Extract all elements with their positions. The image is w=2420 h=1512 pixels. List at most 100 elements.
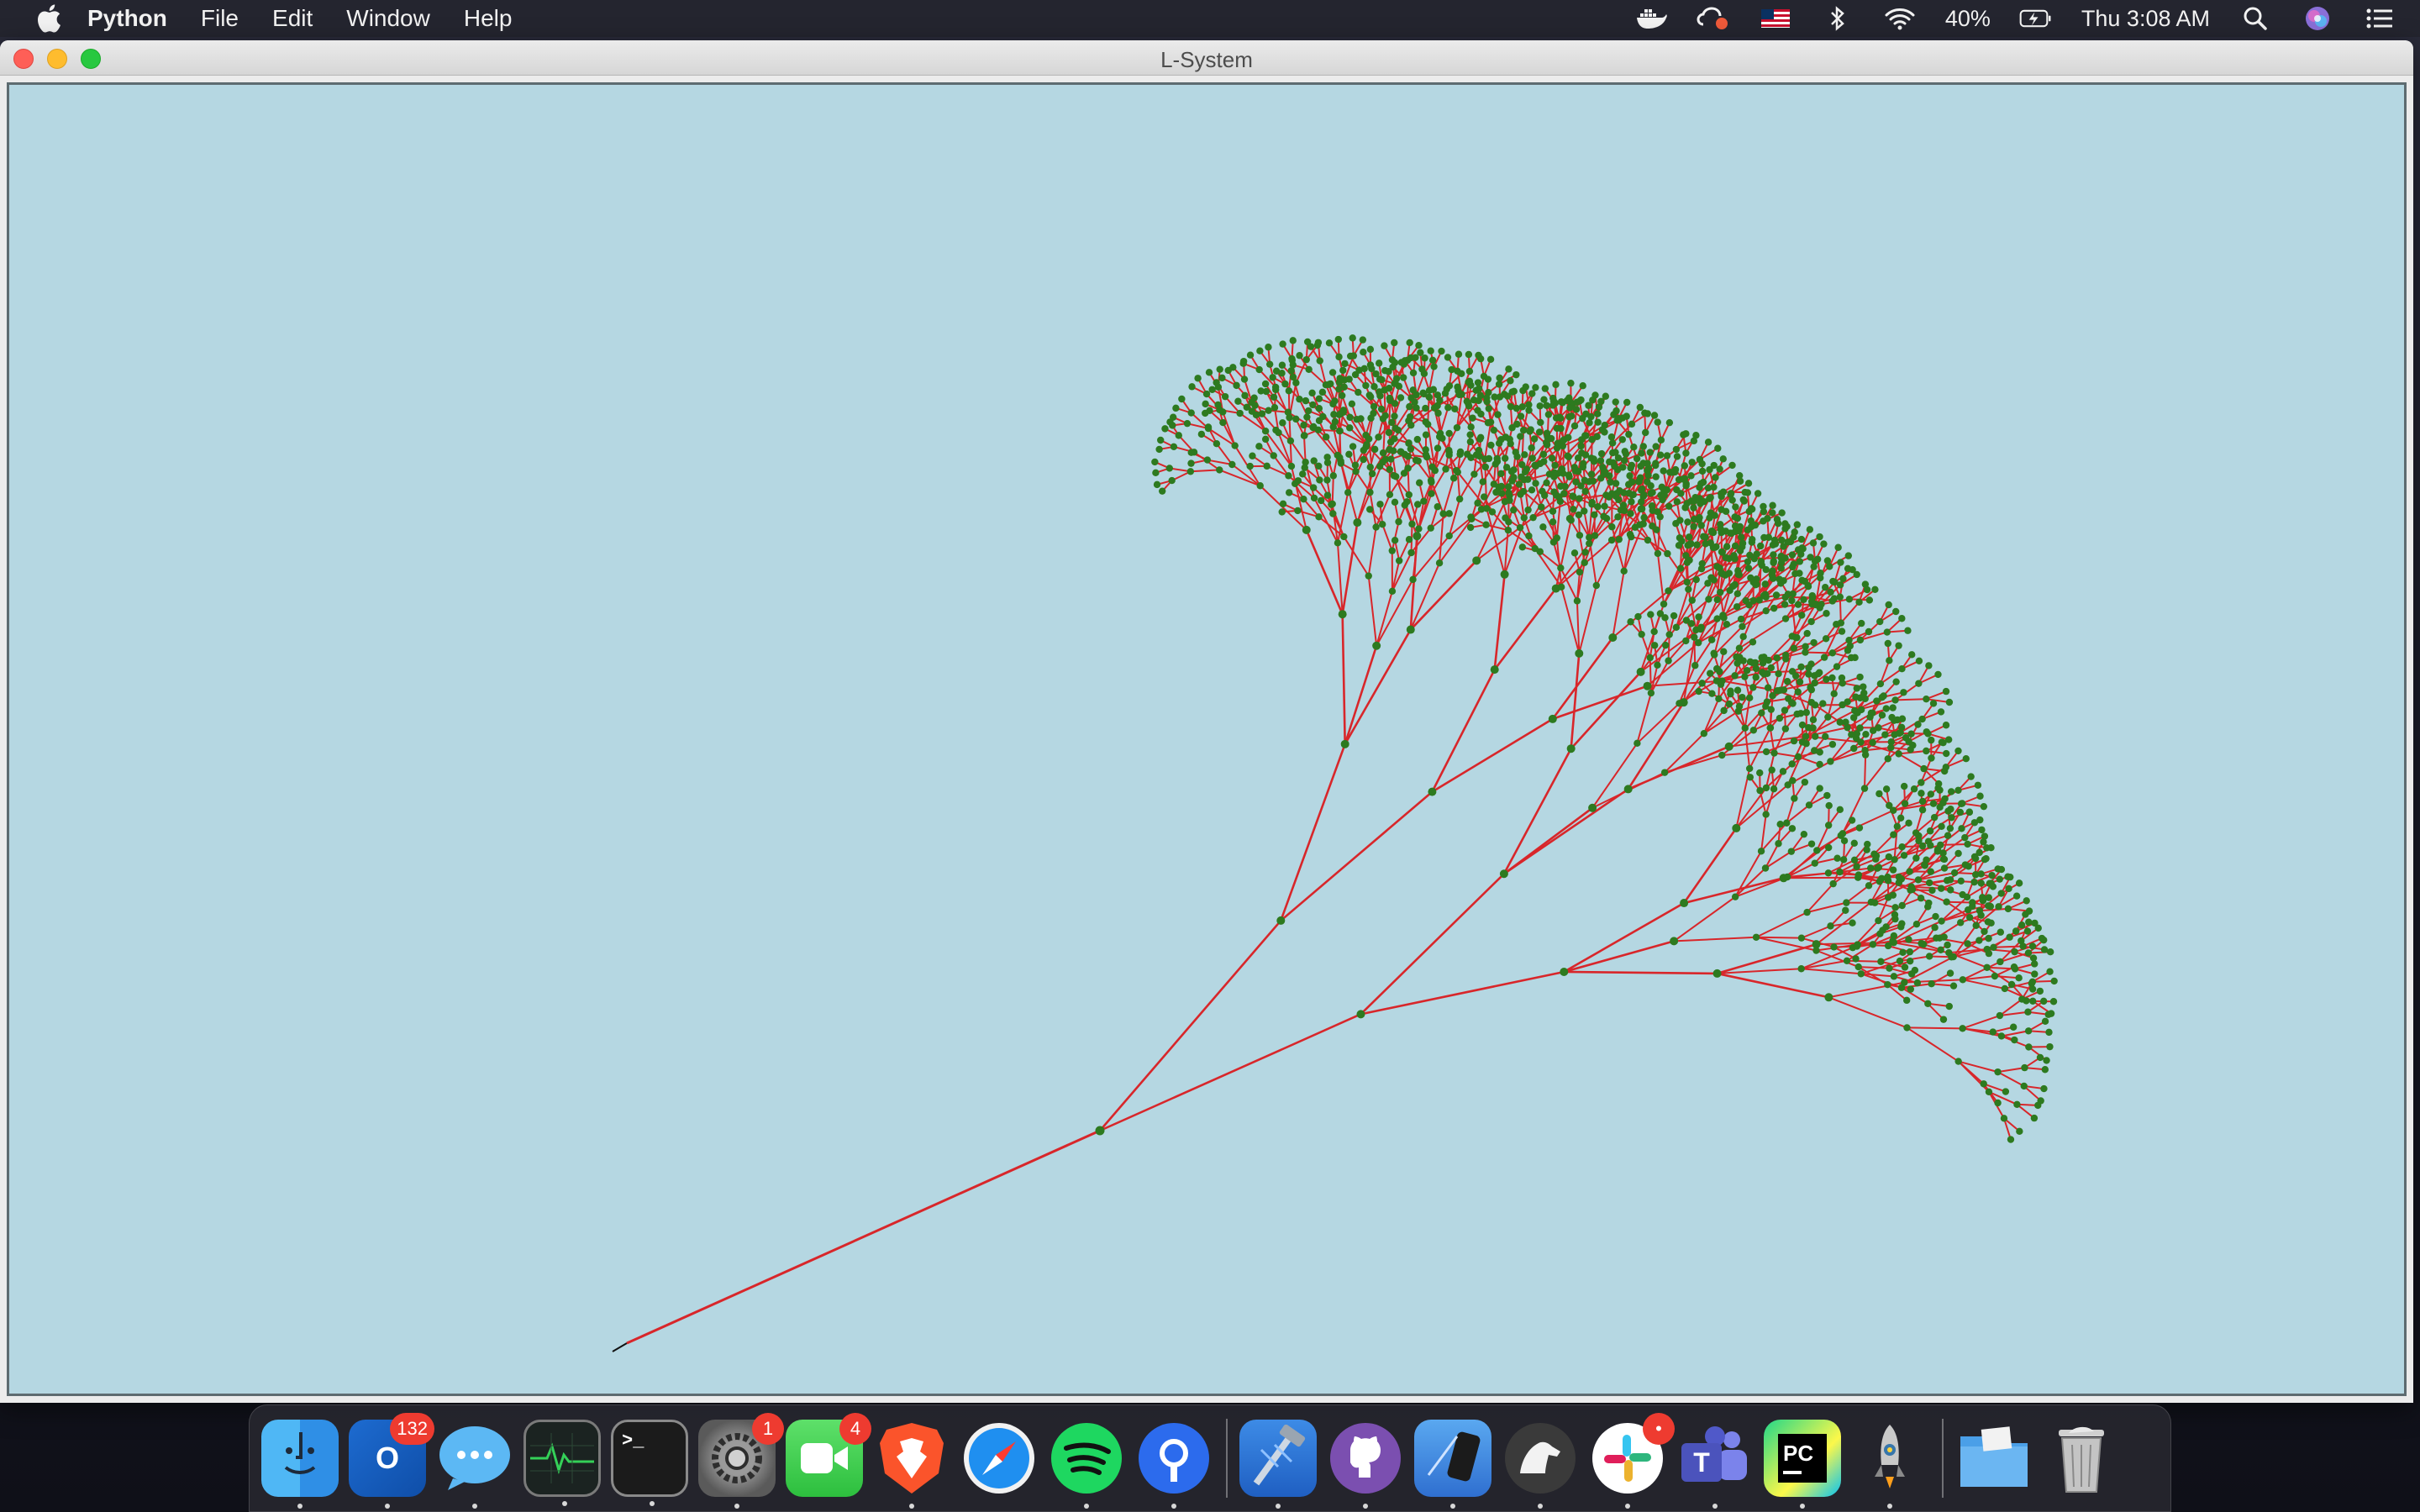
tree-node bbox=[1537, 418, 1544, 427]
tree-node bbox=[1302, 355, 1310, 364]
tree-node bbox=[1303, 413, 1311, 421]
drawing-canvas[interactable] bbox=[7, 82, 2407, 1396]
dock-outlook[interactable]: O 132 bbox=[349, 1413, 434, 1509]
dock-finder[interactable] bbox=[261, 1420, 339, 1509]
tree-node bbox=[1900, 852, 1908, 859]
tree-node bbox=[1366, 345, 1375, 354]
tree-node bbox=[1823, 791, 1831, 800]
tree-node bbox=[1828, 740, 1837, 748]
dock-spotify[interactable] bbox=[1048, 1420, 1125, 1509]
tree-node bbox=[1760, 670, 1768, 678]
dock-pycharm[interactable]: PC bbox=[1764, 1420, 1841, 1509]
siri-icon[interactable] bbox=[2301, 5, 2334, 32]
tree-node bbox=[1581, 476, 1589, 485]
dock-slack[interactable]: • bbox=[1589, 1413, 1675, 1509]
dock-system-preferences[interactable]: 1 bbox=[698, 1413, 784, 1509]
tree-node bbox=[1768, 766, 1776, 774]
dock-github-desktop[interactable] bbox=[1327, 1420, 1404, 1509]
tree-node bbox=[1849, 714, 1858, 722]
menu-help[interactable]: Help bbox=[464, 5, 513, 32]
tree-node bbox=[1670, 937, 1679, 946]
tree-node bbox=[1539, 450, 1548, 459]
spotlight-search-icon[interactable] bbox=[2238, 5, 2272, 32]
docker-icon[interactable] bbox=[1634, 5, 1668, 32]
creative-cloud-icon[interactable] bbox=[1697, 5, 1730, 32]
dock-brave[interactable] bbox=[873, 1420, 950, 1509]
tree-node bbox=[1899, 948, 1907, 957]
tree-node bbox=[1323, 459, 1332, 466]
tree-node bbox=[2013, 1100, 2021, 1109]
tree-branch-segment bbox=[1693, 637, 1697, 666]
dock-safari[interactable] bbox=[960, 1420, 1038, 1497]
bluetooth-icon[interactable] bbox=[1821, 5, 1854, 32]
dock-terminal[interactable]: >_ bbox=[611, 1420, 688, 1506]
tree-node bbox=[1490, 665, 1499, 675]
window-titlebar[interactable]: L-System bbox=[0, 40, 2413, 76]
tree-node bbox=[1409, 386, 1417, 394]
tree-node bbox=[1279, 419, 1286, 427]
tree-node bbox=[1208, 386, 1216, 393]
menu-file[interactable]: File bbox=[201, 5, 239, 32]
tree-node bbox=[1908, 885, 1917, 894]
tree-node bbox=[1849, 565, 1856, 574]
apple-menu-icon[interactable] bbox=[30, 4, 67, 33]
tree-node bbox=[1422, 446, 1429, 454]
menu-edit[interactable]: Edit bbox=[272, 5, 313, 32]
tree-node bbox=[1893, 822, 1902, 831]
dock-activity-monitor[interactable] bbox=[523, 1420, 601, 1506]
tree-node bbox=[1337, 410, 1344, 417]
tree-node bbox=[1924, 1000, 1932, 1007]
tree-node bbox=[1897, 814, 1905, 822]
tree-node bbox=[1491, 393, 1498, 401]
tree-node bbox=[1776, 821, 1784, 828]
tree-node bbox=[1329, 510, 1337, 517]
tree-node bbox=[1843, 957, 1851, 964]
app-menu-python[interactable]: Python bbox=[87, 5, 167, 32]
dock-downloads[interactable] bbox=[1955, 1420, 2033, 1497]
tree-node bbox=[1915, 680, 1923, 687]
tree-node bbox=[1866, 864, 1875, 872]
tree-node bbox=[1853, 863, 1860, 870]
tree-node bbox=[1676, 534, 1684, 542]
dock-teams[interactable]: T bbox=[1676, 1420, 1754, 1509]
dock-messages[interactable] bbox=[436, 1420, 513, 1509]
menu-window[interactable]: Window bbox=[346, 5, 430, 32]
tree-node bbox=[1919, 941, 1928, 948]
tree-node bbox=[1427, 524, 1434, 532]
dock-xcode[interactable] bbox=[1239, 1420, 1317, 1509]
tree-node bbox=[1948, 953, 1955, 961]
tree-node bbox=[2007, 1136, 2015, 1143]
dock-facetime[interactable]: 4 bbox=[786, 1413, 871, 1497]
tree-node bbox=[1617, 507, 1625, 514]
dock-signal[interactable] bbox=[1135, 1420, 1213, 1509]
dock-bear[interactable] bbox=[1502, 1420, 1579, 1509]
tree-branch-segment bbox=[1456, 471, 1461, 500]
tree-node bbox=[1713, 596, 1721, 604]
tree-node bbox=[1852, 955, 1860, 963]
tree-node bbox=[1687, 472, 1695, 480]
wifi-icon[interactable] bbox=[1883, 5, 1917, 32]
tree-node bbox=[1249, 452, 1256, 459]
dock-simulator[interactable] bbox=[1414, 1420, 1491, 1509]
tree-branch-segment bbox=[1674, 936, 1757, 942]
tree-node bbox=[1807, 617, 1815, 626]
running-indicator bbox=[1800, 1504, 1805, 1509]
tree-node bbox=[1647, 490, 1655, 497]
tree-node bbox=[1453, 466, 1460, 475]
battery-charging-icon[interactable] bbox=[2019, 5, 2053, 32]
tree-node bbox=[1971, 854, 1980, 863]
tree-branch-segment bbox=[1360, 873, 1505, 1016]
tree-node bbox=[1360, 455, 1367, 464]
control-center-icon[interactable] bbox=[2363, 5, 2396, 32]
tree-node bbox=[1301, 432, 1308, 439]
tree-node bbox=[1903, 1024, 1911, 1032]
tree-node bbox=[1551, 461, 1559, 470]
tree-node bbox=[1794, 601, 1802, 608]
clock[interactable]: Thu 3:08 AM bbox=[2081, 6, 2210, 32]
tree-node bbox=[1789, 777, 1797, 785]
tree-node bbox=[1202, 400, 1209, 408]
tree-node bbox=[1822, 635, 1830, 643]
dock-python-launcher[interactable] bbox=[1851, 1420, 1928, 1509]
dock-trash[interactable] bbox=[2043, 1420, 2120, 1497]
us-flag-icon[interactable] bbox=[1759, 5, 1792, 32]
